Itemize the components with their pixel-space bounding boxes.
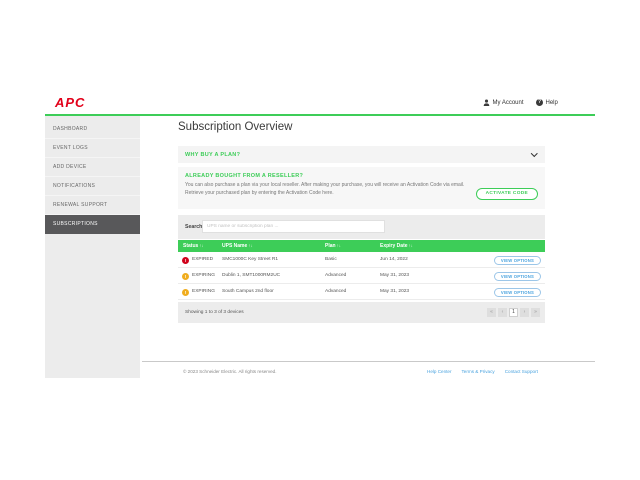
ups-name-cell: SMC1000C Key Street R1 [222,252,278,268]
sidebar-item-renewal-support[interactable]: RENEWAL SUPPORT [45,196,140,215]
help-label: Help [546,100,558,106]
my-account-label: My Account [493,100,524,106]
sort-icon: ↑↓ [248,243,252,248]
reseller-panel: ALREADY BOUGHT FROM A RESELLER? You can … [178,167,545,209]
search-label: Search [185,215,202,239]
person-icon [483,99,490,106]
footer-links: Help Center Terms & Privacy Contact Supp… [427,369,538,374]
sidebar-item-add-device[interactable]: ADD DEVICE [45,158,140,177]
why-buy-a-plan-accordion[interactable]: WHY BUY A PLAN? [178,146,545,163]
expiry-date-cell: Jun 14, 2022 [380,252,408,268]
footer-divider [142,361,595,362]
current-page-button[interactable]: 1 [509,308,518,317]
view-options-button[interactable]: VIEW OPTIONS [494,256,541,266]
status-expiring-icon: ! [182,273,189,280]
plan-cell: Basic [325,252,337,268]
status-expired-icon: ! [182,257,189,264]
page: APC My Account ? Help DASHBOARD EVENT LO… [0,0,640,480]
sidebar-item-dashboard[interactable]: DASHBOARD [45,120,140,139]
terms-privacy-link[interactable]: Terms & Privacy [462,369,495,374]
status-cell: EXPIRED [192,252,213,268]
activate-code-button[interactable]: ACTIVATE CODE [476,188,538,200]
search-input[interactable] [202,220,385,233]
column-header-ups-name[interactable]: UPS Name↑↓ [222,240,253,252]
help-center-link[interactable]: Help Center [427,369,452,374]
column-header-status[interactable]: Status↑↓ [183,240,204,252]
sort-icon: ↑↓ [199,243,203,248]
pagination-summary: Showing 1 to 3 of 3 devices [185,302,244,323]
expiry-date-cell: May 31, 2023 [380,268,409,284]
sidebar-item-event-logs[interactable]: EVENT LOGS [45,139,140,158]
table-row: ! EXPIRING South Campus 2nd floor Advanc… [178,284,545,300]
page-title: Subscription Overview [178,121,292,133]
view-options-button[interactable]: VIEW OPTIONS [494,272,541,282]
apc-logo: APC [55,95,85,110]
column-header-expiry-date[interactable]: Expiry Date↑↓ [380,240,413,252]
table-header: Status↑↓ UPS Name↑↓ Plan↑↓ Expiry Date↑↓ [178,240,545,252]
prev-page-button[interactable]: ‹ [498,308,507,317]
sidebar: DASHBOARD EVENT LOGS ADD DEVICE NOTIFICA… [45,116,140,378]
sort-icon: ↑↓ [337,243,341,248]
contact-support-link[interactable]: Contact Support [505,369,538,374]
sidebar-item-notifications[interactable]: NOTIFICATIONS [45,177,140,196]
status-expiring-icon: ! [182,289,189,296]
plan-cell: Advanced [325,268,346,284]
status-cell: EXPIRING [192,284,215,300]
expiry-date-cell: May 31, 2023 [380,284,409,300]
reseller-body-text: You can also purchase a plan via your lo… [185,181,481,198]
table-body: ! EXPIRED SMC1000C Key Street R1 Basic J… [178,252,545,300]
chevron-down-icon [531,150,537,156]
plan-cell: Advanced [325,284,346,300]
status-cell: EXPIRING [192,268,215,284]
accordion-label: WHY BUY A PLAN? [185,152,240,158]
next-page-button[interactable]: › [520,308,529,317]
question-circle-icon: ? [536,99,543,106]
sidebar-item-subscriptions[interactable]: SUBSCRIPTIONS [45,215,140,234]
ups-name-cell: South Campus 2nd floor [222,284,274,300]
help-button[interactable]: ? Help [536,99,558,106]
last-page-button[interactable]: » [531,308,540,317]
view-options-button[interactable]: VIEW OPTIONS [494,288,541,298]
sort-icon: ↑↓ [409,243,413,248]
pager-controls: « ‹ 1 › » [487,308,540,317]
my-account-button[interactable]: My Account [483,99,524,106]
pagination-bar: Showing 1 to 3 of 3 devices « ‹ 1 › » [178,302,545,323]
search-section: Search [178,215,545,239]
copyright-text: © 2023 Schneider Electric. All rights re… [183,369,277,374]
reseller-heading: ALREADY BOUGHT FROM A RESELLER? [185,173,303,179]
first-page-button[interactable]: « [487,308,496,317]
table-row: ! EXPIRING Dublin 1, SMT1000RM2UC Advanc… [178,268,545,284]
column-header-plan[interactable]: Plan↑↓ [325,240,341,252]
ups-name-cell: Dublin 1, SMT1000RM2UC [222,268,280,284]
table-row: ! EXPIRED SMC1000C Key Street R1 Basic J… [178,252,545,268]
